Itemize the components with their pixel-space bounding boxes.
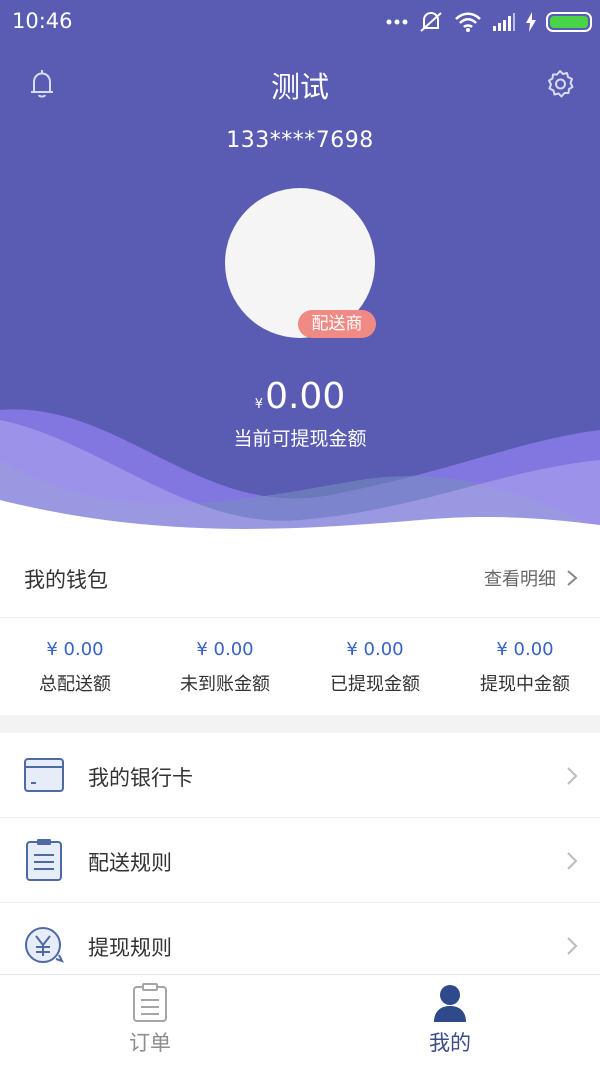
stat-label: 总配送额 — [39, 674, 111, 695]
stat-pending-amount[interactable]: ¥ 0.00 未到账金额 — [150, 619, 300, 715]
mute-vibrate-icon — [420, 11, 442, 32]
stat-withdrawn-amount[interactable]: ¥ 0.00 已提现金额 — [300, 619, 450, 715]
balance-amount: 0.00 — [265, 376, 346, 417]
stat-value: ¥ 0.00 — [346, 639, 404, 660]
wallet-header-row: 我的钱包 查看明细 — [0, 540, 600, 618]
stat-label: 已提现金额 — [330, 674, 420, 695]
bottom-nav: 订单 我的 — [0, 974, 600, 1067]
role-badge: 配送商 — [298, 310, 376, 338]
nav-label: 订单 — [129, 1031, 171, 1055]
signal-icon — [493, 13, 515, 31]
wallet-stats: ¥ 0.00 总配送额 ¥ 0.00 未到账金额 ¥ 0.00 已提现金额 ¥ … — [0, 619, 600, 715]
section-divider — [0, 715, 600, 733]
balance-label: 当前可提现金额 — [233, 428, 367, 450]
clipboard-list-icon — [26, 839, 62, 881]
more-dots-icon — [386, 19, 408, 25]
stat-value: ¥ 0.00 — [46, 639, 104, 660]
status-bar: 10:46 — [0, 0, 600, 44]
battery-icon — [546, 12, 592, 32]
stat-value: ¥ 0.00 — [496, 639, 554, 660]
chevron-right-icon — [567, 937, 578, 955]
status-time: 10:46 — [12, 9, 73, 33]
profile-header: 10:46 测试 133****7698 配送商 ¥0.00 当前可提现金额 — [0, 0, 600, 540]
phone-number: 133****7698 — [226, 128, 374, 153]
menu-item-label: 配送规则 — [88, 851, 172, 875]
view-details-link[interactable]: 查看明细 — [484, 565, 578, 591]
stat-value: ¥ 0.00 — [196, 639, 254, 660]
bank-card-icon — [24, 758, 64, 792]
wallet-title: 我的钱包 — [24, 568, 108, 592]
chevron-right-icon — [567, 570, 578, 586]
view-details-label: 查看明细 — [484, 569, 556, 590]
chevron-right-icon — [567, 767, 578, 785]
yen-coin-icon — [25, 927, 64, 963]
currency-symbol: ¥ — [254, 397, 264, 412]
stat-withdrawing-amount[interactable]: ¥ 0.00 提现中金额 — [450, 619, 600, 715]
chevron-right-icon — [567, 852, 578, 870]
charging-icon — [526, 12, 536, 32]
nav-label: 我的 — [429, 1031, 471, 1055]
gear-icon[interactable] — [542, 66, 578, 102]
wifi-icon — [455, 12, 481, 32]
balance-display: ¥0.00 — [0, 376, 600, 417]
order-clipboard-icon — [133, 983, 167, 1022]
nav-tab-mine[interactable]: 我的 — [300, 975, 600, 1067]
menu-item-label: 我的银行卡 — [88, 766, 193, 790]
stat-total-delivery[interactable]: ¥ 0.00 总配送额 — [0, 619, 150, 715]
stat-label: 未到账金额 — [180, 674, 270, 695]
menu-item-bank-card[interactable]: 我的银行卡 — [0, 733, 600, 818]
page-title: 测试 — [270, 70, 329, 104]
menu-item-label: 提现规则 — [88, 936, 172, 960]
status-icons — [386, 8, 592, 36]
user-icon — [434, 985, 466, 1022]
stat-label: 提现中金额 — [480, 674, 570, 695]
menu-item-delivery-rules[interactable]: 配送规则 — [0, 818, 600, 903]
nav-tab-orders[interactable]: 订单 — [0, 975, 300, 1067]
